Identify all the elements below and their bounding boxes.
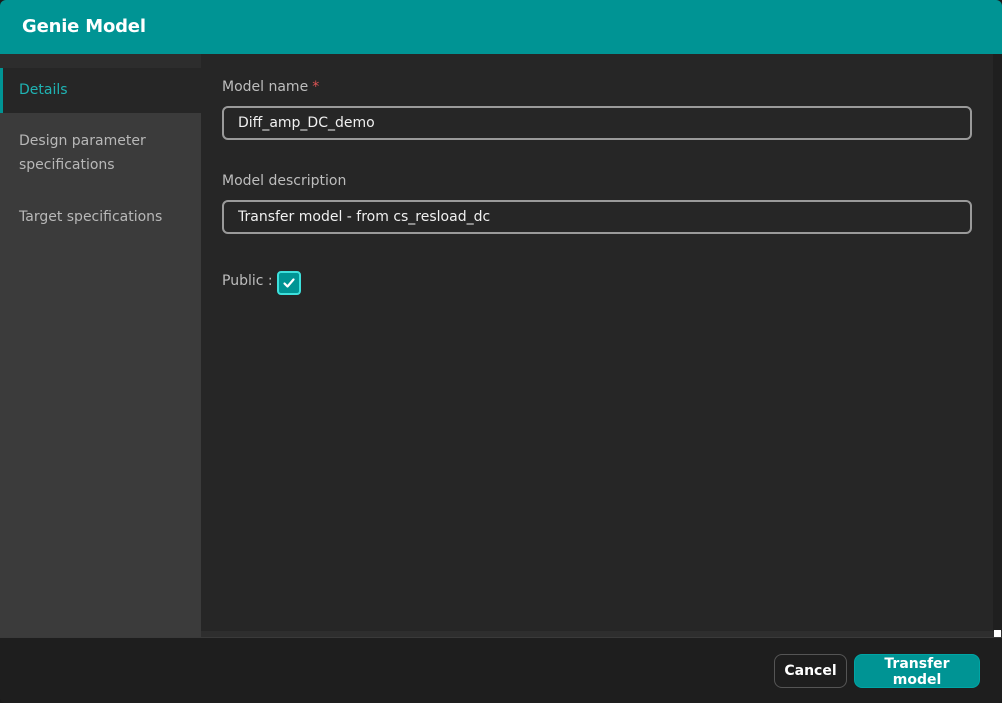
required-mark: * (312, 79, 320, 95)
content-scrollbar[interactable] (993, 54, 1002, 631)
public-label: Public : (222, 273, 273, 289)
dialog-title: Genie Model (22, 16, 146, 37)
model-name-input[interactable] (222, 106, 972, 140)
dialog-footer: Cancel Transfer model (0, 637, 1002, 703)
resize-handle[interactable] (994, 630, 1001, 637)
transfer-model-button[interactable]: Transfer model (854, 654, 980, 688)
model-description-label: Model description (222, 173, 347, 189)
model-description-input[interactable] (222, 200, 972, 234)
genie-model-dialog: Genie Model Details Design parameter spe… (0, 0, 1002, 703)
details-panel: Model name* Model description Public : (201, 54, 993, 631)
sidebar-item-target-specifications[interactable]: Target specifications (0, 205, 201, 229)
cancel-button[interactable]: Cancel (774, 654, 847, 688)
sidebar-top-spacer (0, 54, 201, 68)
dialog-header: Genie Model (0, 0, 1002, 55)
sidebar-item-design-parameter-specifications[interactable]: Design parameter specifications (0, 129, 201, 177)
sidebar-item-details[interactable]: Details (0, 68, 201, 113)
sidebar-nav: Details Design parameter specifications … (0, 54, 201, 637)
model-name-label: Model name * (222, 79, 319, 95)
public-checkbox[interactable] (277, 271, 301, 295)
model-name-label-text: Model name (222, 79, 309, 95)
checkmark-icon (283, 278, 295, 288)
